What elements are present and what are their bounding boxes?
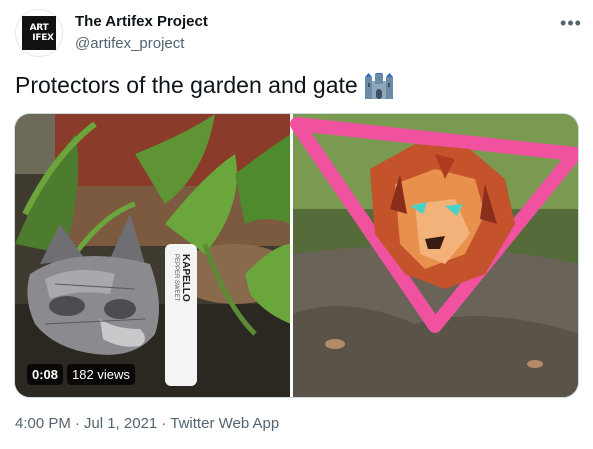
- tweet-text: Protectors of the garden and gate: [15, 72, 393, 99]
- left-panel-garden: PEPPER SWEET KAPELLO: [15, 114, 295, 397]
- tweet-source[interactable]: Twitter Web App: [170, 415, 279, 432]
- video-media[interactable]: PEPPER SWEET KAPELLO 0:08 182 views: [14, 113, 579, 398]
- plant-tag: PEPPER SWEET KAPELLO: [165, 244, 197, 386]
- tweet-card: ART IFEX The Artifex Project @artifex_pr…: [0, 0, 593, 449]
- separator: ·: [161, 415, 167, 432]
- ellipsis-icon: •••: [560, 12, 582, 33]
- video-thumbnail: PEPPER SWEET KAPELLO: [15, 114, 578, 397]
- handle[interactable]: @artifex_project: [75, 35, 184, 52]
- tweet-time[interactable]: 4:00 PM: [15, 415, 71, 432]
- plant-tag-line2: KAPELLO: [180, 254, 191, 302]
- artifex-logo: ART IFEX: [22, 16, 56, 50]
- separator: ·: [74, 415, 80, 432]
- avatar[interactable]: ART IFEX: [15, 9, 63, 57]
- video-duration: 0:08: [27, 364, 64, 385]
- display-name[interactable]: The Artifex Project: [75, 13, 208, 30]
- logo-text-line1: ART: [29, 23, 49, 33]
- castle-icon: [364, 72, 393, 99]
- tweet-metadata: 4:00 PM · Jul 1, 2021 · Twitter Web App: [15, 415, 279, 432]
- logo-text-line2: IFEX: [32, 33, 54, 43]
- plant-tag-line1: PEPPER SWEET: [173, 254, 179, 302]
- tweet-date[interactable]: Jul 1, 2021: [84, 415, 157, 432]
- video-badges: 0:08 182 views: [27, 364, 135, 385]
- view-count: 182 views: [67, 364, 135, 385]
- tweet-body: Protectors of the garden and gate: [15, 72, 358, 98]
- more-options-button[interactable]: •••: [556, 12, 586, 34]
- right-panel-lion: [290, 114, 578, 397]
